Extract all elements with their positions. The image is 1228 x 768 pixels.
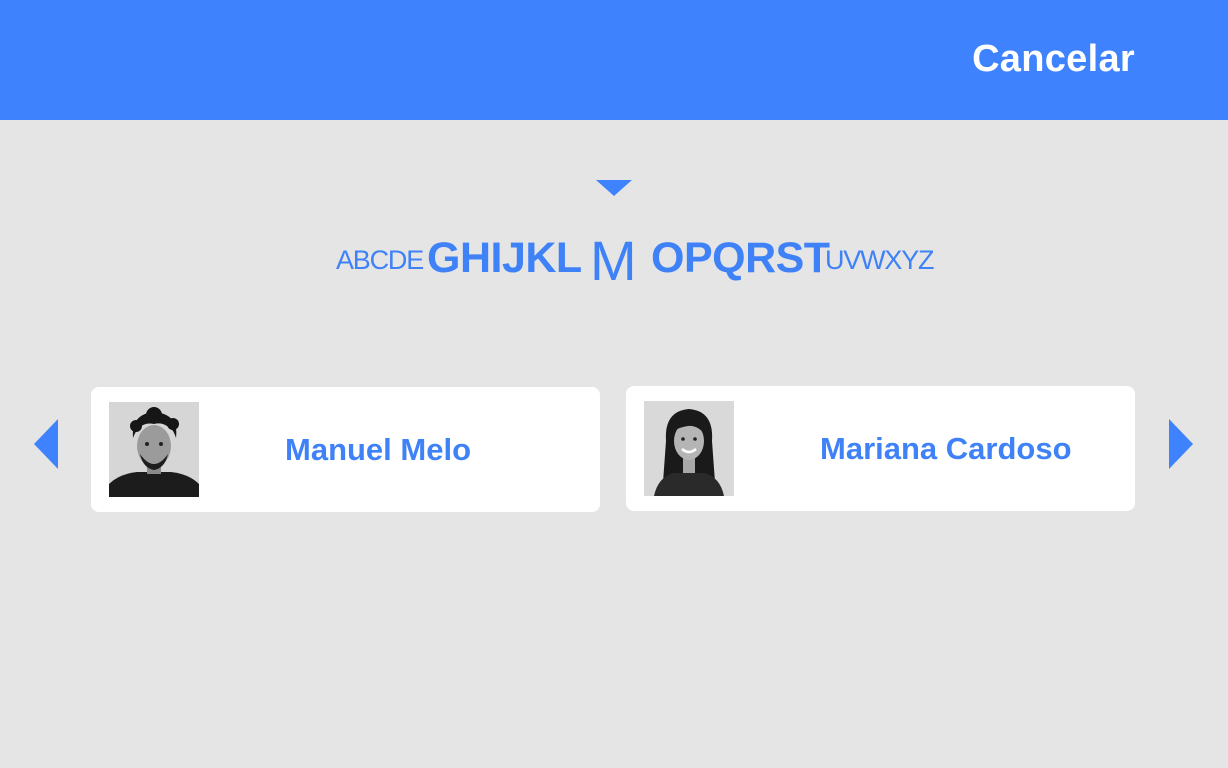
- person-photo-female-icon: [644, 401, 734, 496]
- letter-group-abcde[interactable]: ABCDE: [336, 245, 424, 276]
- avatar: [644, 401, 734, 496]
- avatar: [109, 402, 199, 497]
- alphabet-scroller[interactable]: ABCDE GHIJKL M OPQRST UVWXYZ: [0, 228, 1228, 298]
- letter-group-opqrst[interactable]: OPQRST: [651, 234, 830, 283]
- cancel-button[interactable]: Cancelar: [972, 38, 1135, 81]
- selection-indicator-icon: [596, 180, 632, 196]
- letter-group-uvwxyz[interactable]: UVWXYZ: [825, 245, 935, 276]
- contact-name: Manuel Melo: [285, 432, 472, 467]
- contact-card[interactable]: Mariana Cardoso: [626, 386, 1135, 511]
- letter-group-ghijkl[interactable]: GHIJKL: [427, 234, 582, 283]
- contact-card[interactable]: Manuel Melo: [91, 387, 600, 512]
- top-bar: Cancelar: [0, 0, 1228, 120]
- letter-selected-m[interactable]: M: [590, 228, 637, 293]
- triangle-left-icon[interactable]: [34, 419, 58, 469]
- person-photo-male-icon: [109, 402, 199, 497]
- triangle-right-icon[interactable]: [1169, 419, 1193, 469]
- contact-name: Mariana Cardoso: [820, 431, 1072, 466]
